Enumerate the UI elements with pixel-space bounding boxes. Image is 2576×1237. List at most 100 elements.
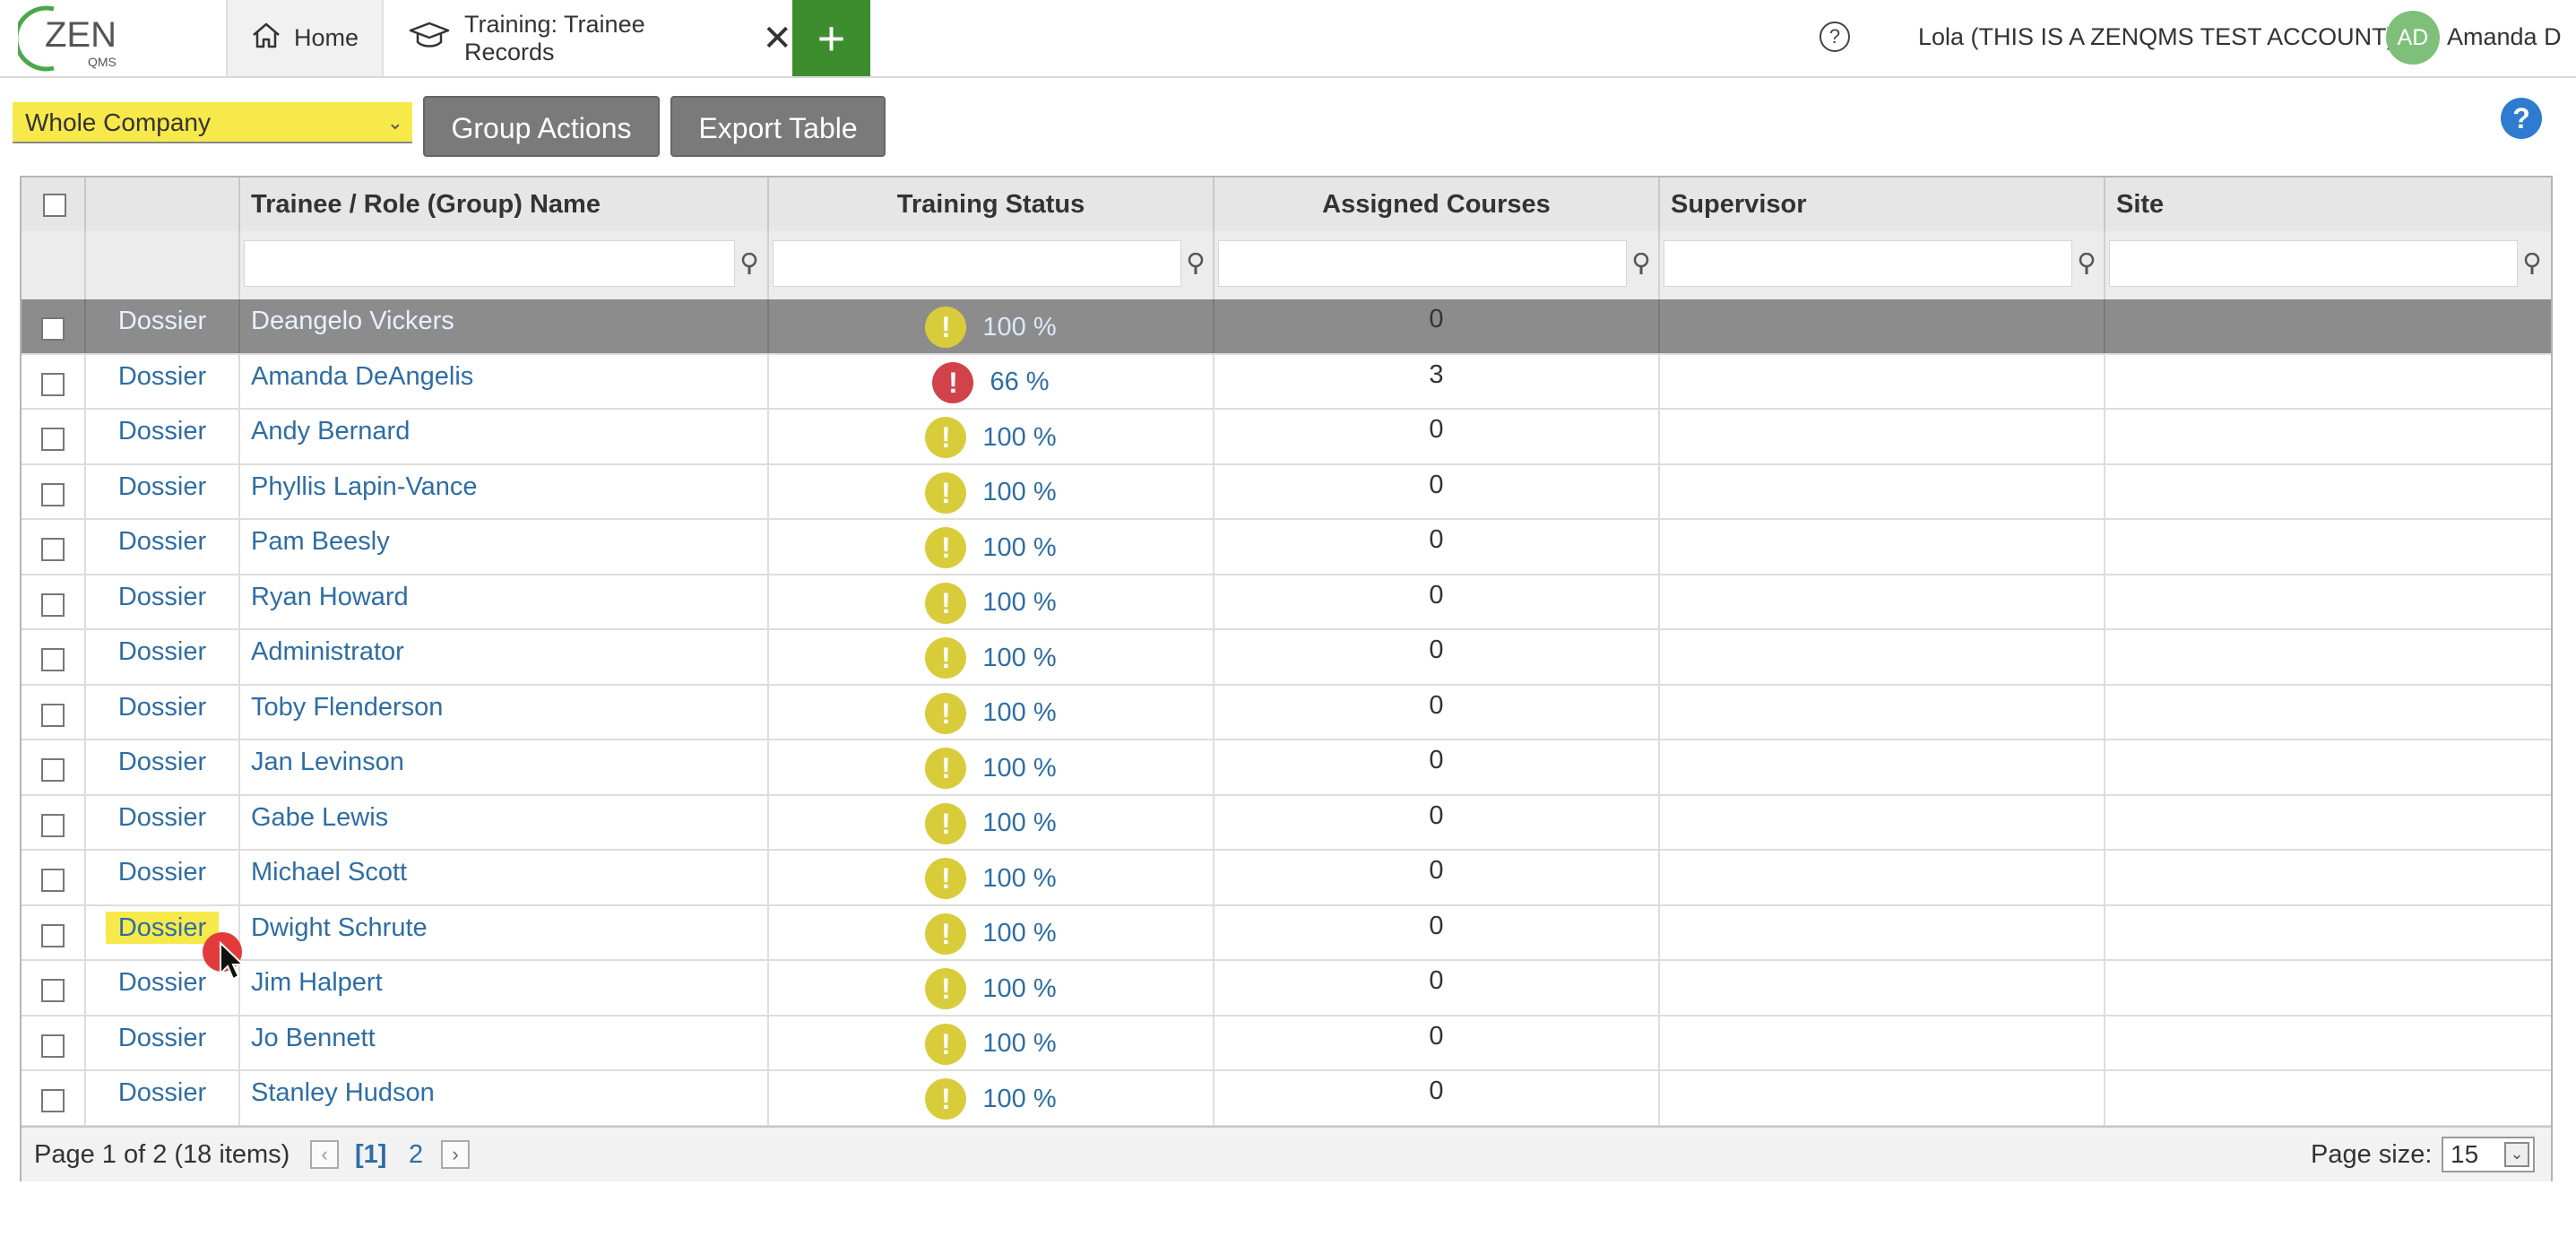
training-status-percent[interactable]: 100 % [982, 698, 1056, 728]
row-checkbox[interactable] [41, 428, 65, 451]
row-checkbox[interactable] [41, 593, 65, 617]
table-row[interactable]: Dossier Gabe Lewis! 100 % 0 [22, 795, 2551, 851]
table-row[interactable]: Dossier Jan Levinson! 100 % 0 [22, 740, 2551, 796]
dossier-link[interactable]: Dossier [118, 693, 206, 722]
header-training-status[interactable]: Training Status [769, 177, 1215, 231]
dossier-link[interactable]: Dossier [118, 637, 206, 666]
page-help-icon[interactable]: ? [2501, 98, 2542, 139]
training-status-percent[interactable]: 100 % [982, 1085, 1056, 1114]
filter-icon[interactable] [1187, 253, 1205, 276]
export-table-button[interactable]: Export Table [670, 96, 886, 157]
dossier-link[interactable]: Dossier [118, 858, 206, 887]
table-row[interactable]: Dossier Stanley Hudson! 100 % 0 [22, 1071, 2551, 1127]
row-checkbox[interactable] [41, 1034, 65, 1058]
table-row[interactable]: Dossier Amanda DeAngelis! 66 % 3 [22, 354, 2551, 410]
supervisor-filter-input[interactable] [1664, 240, 2072, 287]
dossier-link[interactable]: Dossier [118, 1078, 206, 1107]
filter-icon[interactable] [1632, 253, 1650, 276]
training-status-percent[interactable]: 100 % [982, 754, 1056, 783]
table-row[interactable]: Dossier Administrator! 100 % 0 [22, 630, 2551, 686]
trainee-name-link[interactable]: Jim Halpert [251, 968, 383, 997]
trainee-name-link[interactable]: Amanda DeAngelis [251, 362, 473, 391]
row-checkbox[interactable] [41, 538, 65, 561]
training-status-percent[interactable]: 100 % [982, 533, 1056, 563]
header-supervisor[interactable]: Supervisor [1660, 177, 2105, 231]
row-checkbox[interactable] [41, 758, 65, 782]
dossier-link[interactable]: Dossier [118, 968, 206, 997]
next-page-button[interactable]: › [441, 1140, 470, 1169]
table-row[interactable]: Dossier Jim Halpert! 100 % 0 [22, 961, 2551, 1016]
page-size-select[interactable]: 15 ⌄ [2442, 1137, 2535, 1172]
dossier-link[interactable]: Dossier [118, 583, 206, 611]
dossier-link[interactable]: Dossier [118, 1024, 206, 1052]
table-row[interactable]: Dossier Andy Bernard! 100 % 0 [22, 410, 2551, 465]
trainee-name-link[interactable]: Phyllis Lapin-Vance [251, 472, 478, 501]
row-checkbox[interactable] [41, 869, 65, 892]
training-status-percent[interactable]: 100 % [982, 919, 1056, 948]
table-row[interactable]: Dossier Ryan Howard! 100 % 0 [22, 575, 2551, 630]
training-status-percent[interactable]: 100 % [982, 478, 1056, 507]
trainee-name-link[interactable]: Administrator [251, 637, 404, 666]
table-row[interactable]: Dossier Phyllis Lapin-Vance! 100 % 0 [22, 464, 2551, 520]
row-checkbox[interactable] [41, 1089, 65, 1112]
trainee-name-link[interactable]: Stanley Hudson [251, 1078, 435, 1107]
header-name[interactable]: Trainee / Role (Group) Name [240, 177, 769, 231]
account-name[interactable]: Lola (THIS IS A ZENQMS TEST ACCOUNT) [1918, 0, 2395, 74]
row-checkbox[interactable] [41, 703, 65, 727]
training-status-percent[interactable]: 100 % [982, 864, 1056, 894]
close-tab-icon[interactable]: ✕ [762, 18, 792, 59]
row-checkbox[interactable] [41, 648, 65, 671]
trainee-name-link[interactable]: Dwight Schrute [251, 913, 428, 942]
table-row[interactable]: Dossier Pam Beesly! 100 % 0 [22, 520, 2551, 575]
training-status-percent[interactable]: 100 % [982, 809, 1056, 838]
training-status-percent[interactable]: 100 % [982, 1029, 1056, 1059]
table-row[interactable]: Dossier Michael Scott! 100 % 0 [22, 851, 2551, 906]
page-2-link[interactable]: 2 [409, 1128, 423, 1181]
table-row[interactable]: Dossier Toby Flenderson! 100 % 0 [22, 685, 2551, 740]
training-status-percent[interactable]: 100 % [982, 974, 1056, 1004]
dossier-link[interactable]: Dossier [118, 417, 206, 445]
trainee-name-link[interactable]: Pam Beesly [251, 527, 390, 556]
trainee-name-link[interactable]: Jo Bennett [251, 1024, 376, 1052]
avatar[interactable]: AD [2386, 11, 2440, 65]
group-actions-button[interactable]: Group Actions [423, 96, 660, 157]
courses-filter-input[interactable] [1218, 240, 1627, 287]
dossier-link[interactable]: Dossier [118, 307, 206, 335]
trainee-name-link[interactable]: Jan Levinson [251, 748, 404, 776]
filter-icon[interactable] [740, 253, 758, 276]
row-checkbox[interactable] [41, 372, 65, 396]
trainee-name-link[interactable]: Andy Bernard [251, 417, 410, 445]
dossier-link[interactable]: Dossier [118, 748, 206, 776]
site-filter-input[interactable] [2109, 240, 2518, 287]
trainee-name-link[interactable]: Michael Scott [251, 858, 407, 887]
training-status-percent[interactable]: 100 % [982, 423, 1056, 453]
table-row[interactable]: Dossier Deangelo Vickers! 100 % 0 [22, 299, 2551, 355]
row-checkbox[interactable] [41, 482, 65, 506]
help-icon[interactable]: ? [1820, 22, 1850, 52]
trainee-name-link[interactable]: Gabe Lewis [251, 803, 388, 832]
name-filter-input[interactable] [244, 240, 735, 287]
dossier-link[interactable]: Dossier [118, 472, 206, 501]
row-checkbox[interactable] [41, 813, 65, 837]
chevron-down-icon[interactable]: ⌄ [2504, 1142, 2529, 1167]
tab-training-trainee-records[interactable]: Training: Trainee Records ✕ [385, 0, 792, 76]
header-assigned-courses[interactable]: Assigned Courses [1215, 177, 1660, 231]
training-status-percent[interactable]: 100 % [982, 588, 1056, 618]
trainee-name-link[interactable]: Toby Flenderson [251, 693, 443, 722]
training-status-percent[interactable]: 100 % [982, 644, 1056, 673]
add-tab-button[interactable]: + [792, 0, 870, 76]
training-status-percent[interactable]: 66 % [990, 368, 1049, 397]
select-all-checkbox[interactable] [43, 194, 66, 217]
company-filter-select[interactable]: Whole Company ⌄ [13, 102, 412, 143]
status-filter-input[interactable] [773, 240, 1181, 287]
row-checkbox[interactable] [41, 979, 65, 1002]
table-row[interactable]: Dossier Dwight Schrute! 100 % 0 [22, 905, 2551, 961]
training-status-percent[interactable]: 100 % [982, 313, 1056, 342]
dossier-link[interactable]: Dossier [118, 527, 206, 556]
dossier-link[interactable]: Dossier [105, 911, 220, 944]
zenqms-logo[interactable]: ZEN QMS [13, 4, 134, 72]
trainee-name-link[interactable]: Ryan Howard [251, 583, 409, 611]
trainee-name-link[interactable]: Deangelo Vickers [251, 307, 454, 335]
prev-page-button[interactable]: ‹ [310, 1140, 339, 1169]
header-site[interactable]: Site [2105, 177, 2551, 231]
